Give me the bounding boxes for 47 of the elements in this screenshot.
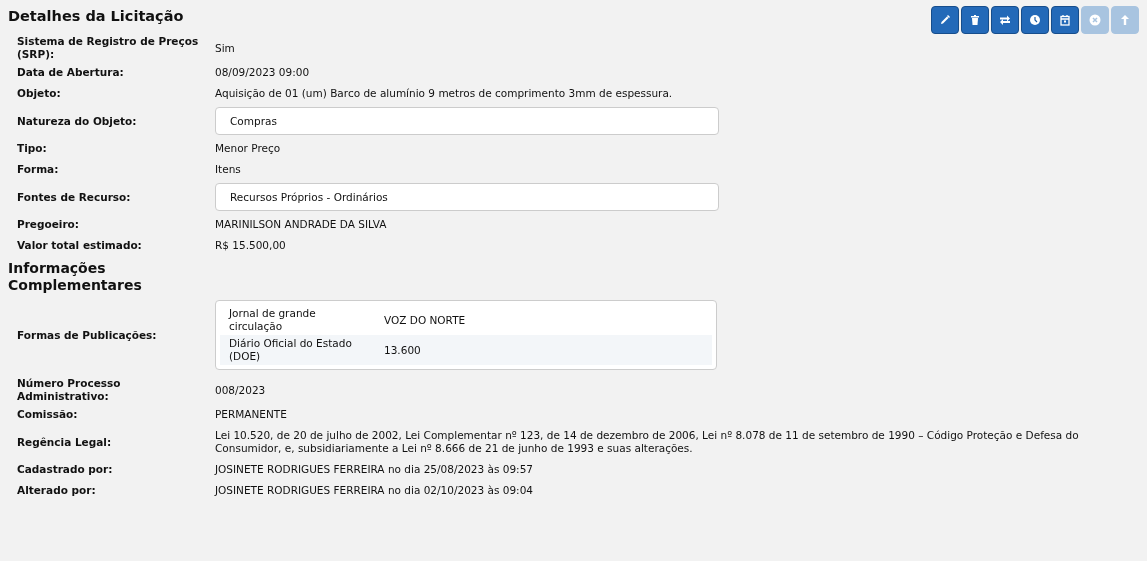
field-label: Natureza do Objeto:	[16, 114, 138, 128]
field-value: JOSINETE RODRIGUES FERREIRA no dia 02/10/2023 às 09:04	[215, 483, 534, 498]
calendar-icon	[1059, 14, 1071, 26]
field-value: R$ 15.500,00	[215, 238, 287, 253]
swap-arrows-icon	[999, 14, 1011, 26]
field-value: 08/09/2023 09:00	[215, 65, 311, 80]
field-value: MARINILSON ANDRADE DA SILVA	[215, 217, 388, 232]
trash-button[interactable]	[961, 6, 989, 34]
value-box: Recursos Próprios - Ordinários	[215, 183, 719, 211]
swap-button[interactable]	[991, 6, 1019, 34]
field-value: PERMANENTE	[215, 407, 288, 422]
table-cell: VOZ DO NORTE	[384, 313, 466, 327]
field-label: Formas de Publicações:	[16, 328, 158, 342]
page-title: Detalhes da Licitação	[8, 8, 184, 24]
field-value: Lei 10.520, de 20 de julho de 2002, Lei Complementar nº 123, de 14 de dezembro de 2006, Lei nº 8.078 de 11 de setembro de 1990 – Código Proteção e Defesa do Consumidor, e, subsidiariamente a Lei nº 8.666 de 21 de junho de 1993 e suas alterações.	[215, 428, 1080, 456]
field-label: Cadastrado por:	[16, 463, 114, 476]
pencil-icon	[939, 14, 951, 26]
section-heading: Informações Complementares	[8, 260, 143, 294]
pencil-button[interactable]	[931, 6, 959, 34]
field-label: Fontes de Recurso:	[16, 190, 132, 204]
field-value: Menor Preço	[215, 141, 282, 156]
field-label: Alterado por:	[16, 484, 97, 497]
field-label: Valor total estimado:	[16, 239, 143, 252]
trash-icon	[969, 14, 981, 26]
table-cell: 13.600	[384, 343, 421, 357]
field-label: Regência Legal:	[16, 435, 113, 449]
field-label: Forma:	[16, 163, 60, 176]
field-value: Aquisição de 01 (um) Barco de alumínio 9 metros de comprimento 3mm de espessura.	[215, 86, 674, 101]
clock-icon	[1029, 14, 1041, 26]
field-label: Data de Abertura:	[16, 66, 125, 79]
field-label: Pregoeiro:	[16, 218, 81, 231]
field-label: Objeto:	[16, 87, 62, 100]
calendar-button[interactable]	[1051, 6, 1079, 34]
close-icon	[1089, 14, 1101, 26]
field-value: Itens	[215, 162, 242, 177]
table-cell-text: Diário Oficial do Estado (DOE)	[229, 337, 353, 363]
field-label: Tipo:	[16, 142, 48, 155]
field-label: Comissão:	[16, 408, 79, 421]
clock-button[interactable]	[1021, 6, 1049, 34]
field-value: JOSINETE RODRIGUES FERREIRA no dia 25/08/2023 às 09:57	[215, 462, 534, 477]
field-value: 008/2023	[215, 382, 267, 398]
value-box: Compras	[215, 107, 719, 135]
table-cell-text: Jornal de grande circulação	[229, 307, 317, 333]
field-value: Sim	[215, 40, 236, 56]
field-label: Número Processo Administrativo:	[16, 377, 122, 403]
up-arrow-icon	[1119, 14, 1131, 26]
field-label: Sistema de Registro de Preços (SRP):	[16, 35, 200, 61]
